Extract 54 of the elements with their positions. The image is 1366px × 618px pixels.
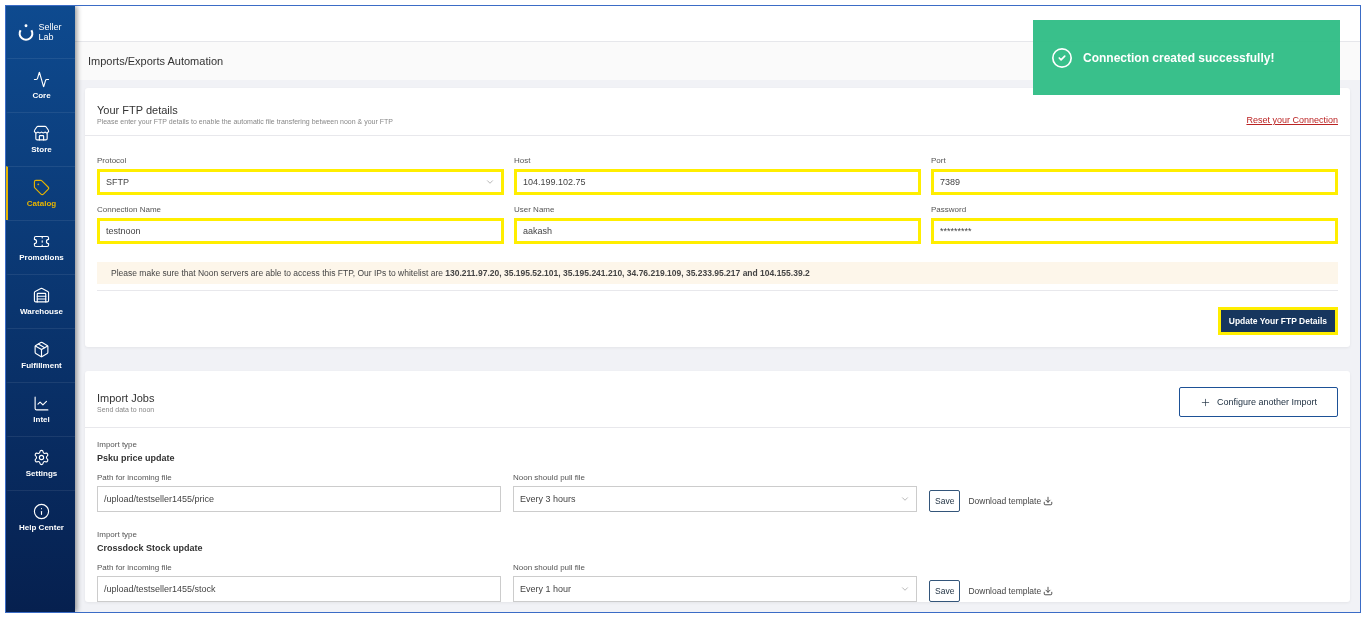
- input-field[interactable]: 7389: [931, 169, 1338, 195]
- save-button[interactable]: Save: [929, 580, 961, 602]
- field-label: Path for incoming file: [97, 563, 173, 572]
- field-label: Host: [514, 156, 532, 165]
- nav-icon: [33, 503, 50, 520]
- input-field[interactable]: testnoon: [97, 218, 504, 244]
- card-title: Import Jobs: [97, 391, 155, 404]
- download-icon: [1043, 496, 1054, 506]
- download-link[interactable]: Download template: [968, 586, 1054, 596]
- field-label: Path for incoming file: [97, 473, 173, 482]
- input-field[interactable]: /upload/testseller1455/stock: [97, 576, 501, 602]
- configure-import-button[interactable]: Configure another Import: [1178, 387, 1338, 417]
- plus-icon: [1199, 396, 1211, 408]
- select-field[interactable]: SFTP: [97, 169, 504, 195]
- input-field[interactable]: aakash: [514, 218, 921, 244]
- field-label: Noon should pull file: [513, 473, 587, 482]
- nav-icon: [33, 179, 50, 196]
- field-label: Port: [931, 156, 947, 165]
- download-icon: [1043, 586, 1054, 596]
- reset-link[interactable]: Reset your Connection: [1246, 115, 1338, 125]
- select-field[interactable]: Every 3 hours: [513, 486, 917, 512]
- save-button[interactable]: Save: [929, 490, 961, 512]
- download-link[interactable]: Download template: [968, 496, 1054, 506]
- field-label: Noon should pull file: [513, 563, 587, 572]
- chevron-down-icon: [900, 494, 910, 504]
- nav-icon: [33, 71, 50, 88]
- logo-icon: [16, 23, 35, 41]
- input-field[interactable]: /upload/testseller1455/price: [97, 486, 501, 512]
- field-label: Protocol: [97, 156, 128, 165]
- logo-text: Seller Lab: [38, 22, 63, 42]
- nav-icon: [33, 287, 50, 304]
- field-label: Import type: [97, 530, 138, 539]
- card-title: Your FTP details: [97, 104, 179, 116]
- page-title: Imports/Exports Automation: [88, 55, 224, 67]
- nav-icon: [33, 449, 50, 466]
- import-type: Crossdock Stock update: [97, 543, 204, 553]
- field-label: User Name: [514, 205, 556, 214]
- nav-icon: [33, 233, 50, 250]
- nav-icon: [33, 341, 50, 358]
- nav-icon: [33, 125, 50, 142]
- input-field[interactable]: 104.199.102.75: [514, 169, 921, 195]
- field-label: Password: [931, 205, 968, 214]
- chevron-down-icon: [900, 584, 910, 594]
- chevron-down-icon: [485, 177, 495, 187]
- nav-icon: [33, 395, 50, 412]
- check-icon: [1051, 46, 1073, 69]
- import-type: Psku price update: [97, 453, 176, 463]
- select-field[interactable]: Every 1 hour: [513, 576, 917, 602]
- field-label: Import type: [97, 440, 138, 449]
- input-field[interactable]: *********: [931, 218, 1338, 244]
- field-label: Connection Name: [97, 205, 163, 214]
- whitelist-notice: Please make sure that Noon servers are able to access this FTP, Our IPs to whitelist are 130.211.97.20, 35.195.52.101, 35.195.241.210, 34.76.219.109, 35.233.95.217 and 104.155.39.2: [97, 262, 1338, 284]
- update-button[interactable]: Update Your FTP Details: [1217, 307, 1338, 335]
- toast-message: Connection created successfully!: [1083, 50, 1275, 65]
